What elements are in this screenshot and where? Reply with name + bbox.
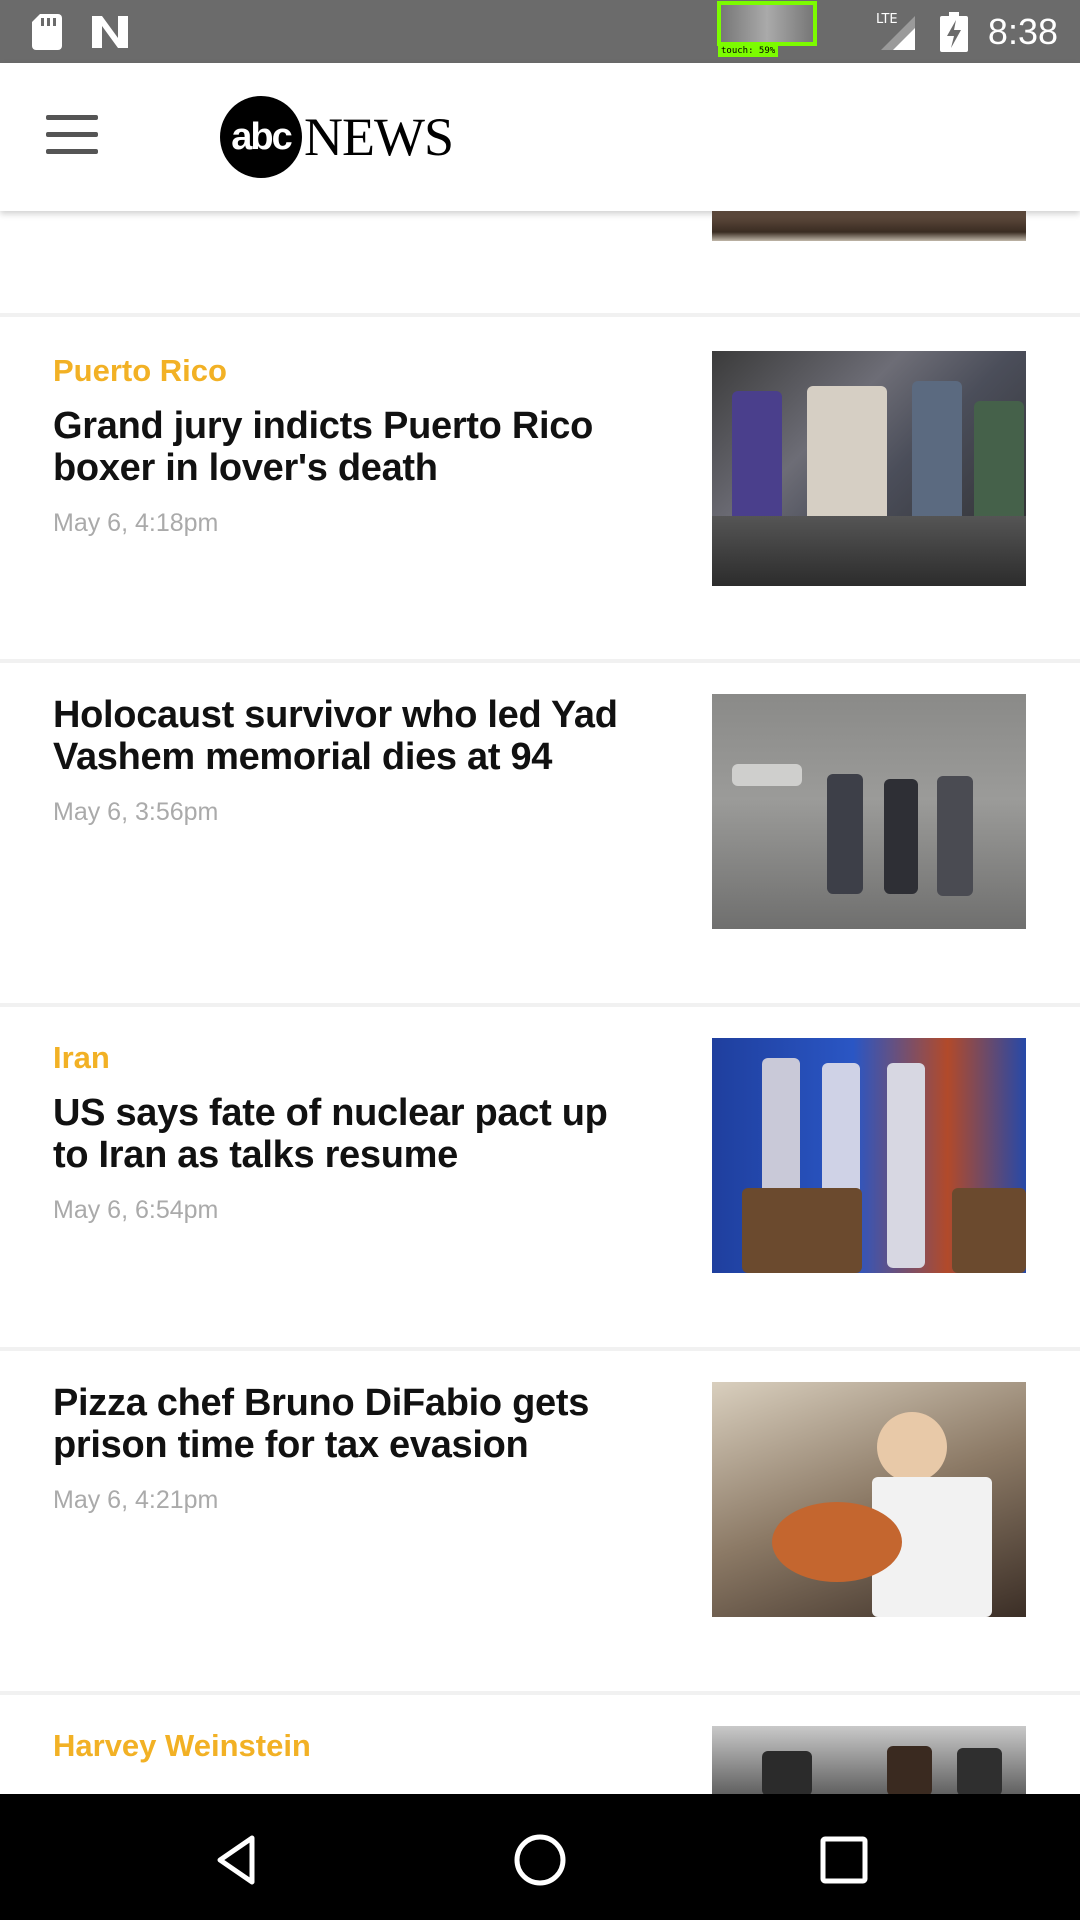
divider [0,1347,1080,1351]
hamburger-menu-icon[interactable] [46,115,98,155]
article-card[interactable]: Iran US says fate of nuclear pact up to … [0,1038,1080,1278]
home-icon[interactable] [512,1832,568,1888]
article-kicker[interactable]: Harvey Weinstein [53,1726,653,1766]
divider [0,1003,1080,1007]
app-header: abc NEWS [0,63,1080,211]
touch-label: touch: 59% [718,45,779,57]
article-kicker[interactable]: Iran [53,1038,653,1078]
article-headline[interactable]: Grand jury indicts Puerto Rico boxer in … [53,405,653,489]
system-nav-bar [0,1794,1080,1920]
article-thumbnail[interactable] [712,1038,1026,1273]
svg-text:LTE: LTE [876,12,898,27]
article-thumbnail-partial[interactable] [712,211,1026,241]
article-thumbnail[interactable] [712,1382,1026,1617]
article-card[interactable]: Harvey Weinstein [0,1726,1080,1794]
article-timestamp: May 6, 4:21pm [53,1486,219,1514]
article-text: Puerto Rico Grand jury indicts Puerto Ri… [53,351,653,539]
news-feed[interactable]: Puerto Rico Grand jury indicts Puerto Ri… [0,211,1080,1794]
n-notification-icon [92,16,128,48]
article-card[interactable]: Puerto Rico Grand jury indicts Puerto Ri… [0,351,1080,591]
article-thumbnail[interactable] [712,1726,1026,1794]
logo-mark: abc [220,96,302,178]
article-timestamp: May 6, 6:54pm [53,1196,219,1224]
article-headline[interactable]: Pizza chef Bruno DiFabio gets prison tim… [53,1382,653,1466]
battery-icon [940,12,968,52]
article-text: Iran US says fate of nuclear pact up to … [53,1038,653,1226]
article-timestamp: May 6, 3:56pm [53,798,219,826]
status-bar: touch: 59% LTE 8:38 [0,0,1080,63]
touch-indicator [717,1,817,46]
lte-signal-icon: LTE [876,12,915,50]
divider [0,659,1080,663]
article-thumbnail[interactable] [712,694,1026,929]
back-icon[interactable] [208,1832,264,1888]
article-headline[interactable]: US says fate of nuclear pact up to Iran … [53,1092,653,1176]
status-time: 8:38 [987,11,1058,52]
article-card[interactable]: Pizza chef Bruno DiFabio gets prison tim… [0,1382,1080,1622]
sd-card-icon [32,14,62,50]
article-text: Harvey Weinstein [53,1726,653,1780]
article-timestamp: May 6, 4:18pm [53,509,219,537]
article-card[interactable]: Holocaust survivor who led Yad Vashem me… [0,694,1080,934]
recents-icon[interactable] [816,1832,872,1888]
article-text: Holocaust survivor who led Yad Vashem me… [53,694,653,828]
article-thumbnail[interactable] [712,351,1026,586]
article-headline[interactable]: Holocaust survivor who led Yad Vashem me… [53,694,653,778]
divider [0,1691,1080,1695]
divider [0,313,1080,317]
abc-news-logo[interactable]: abc NEWS [220,95,454,179]
logo-word: NEWS [304,107,454,167]
article-kicker[interactable]: Puerto Rico [53,351,653,391]
article-text: Pizza chef Bruno DiFabio gets prison tim… [53,1382,653,1516]
